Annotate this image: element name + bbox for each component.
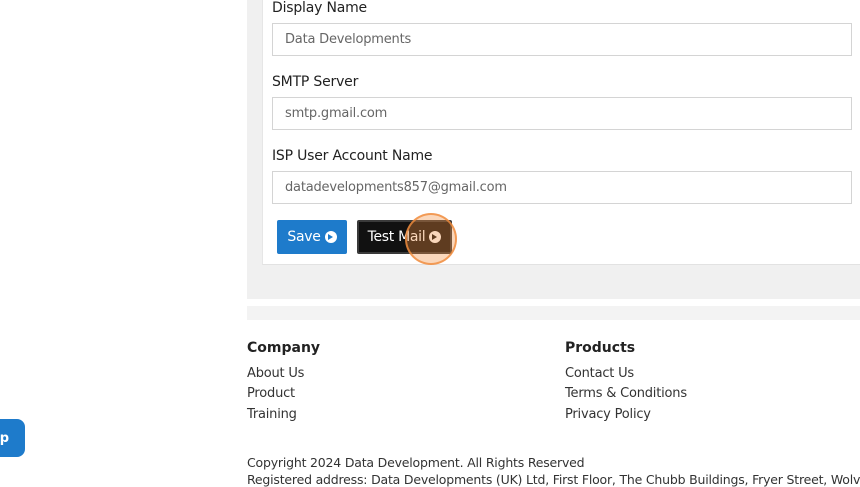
footer-divider: [247, 306, 860, 320]
footer-link-terms[interactable]: Terms & Conditions: [565, 386, 687, 401]
help-button[interactable]: p: [0, 419, 25, 457]
footer-products-heading: Products: [565, 340, 636, 356]
test-mail-button[interactable]: Test Mail: [357, 220, 452, 254]
footer-link-product[interactable]: Product: [247, 386, 295, 401]
display-name-input[interactable]: Data Developments: [272, 23, 852, 56]
smtp-server-input[interactable]: smtp.gmail.com: [272, 97, 852, 130]
copyright-text: Copyright 2024 Data Development. All Rig…: [247, 455, 585, 470]
footer-link-training[interactable]: Training: [247, 407, 297, 422]
isp-user-label: ISP User Account Name: [272, 148, 433, 164]
footer-link-privacy[interactable]: Privacy Policy: [565, 407, 651, 422]
smtp-server-label: SMTP Server: [272, 74, 359, 90]
test-mail-button-label: Test Mail: [367, 229, 426, 245]
isp-user-input[interactable]: datadevelopments857@gmail.com: [272, 171, 852, 204]
arrow-circle-right-icon: [429, 231, 442, 243]
help-button-label: p: [0, 430, 9, 446]
registered-address-text: Registered address: Data Developments (U…: [247, 472, 860, 487]
save-button[interactable]: Save: [277, 220, 347, 254]
footer-link-contact-us[interactable]: Contact Us: [565, 366, 634, 381]
save-button-label: Save: [287, 229, 321, 245]
display-name-label: Display Name: [272, 0, 367, 16]
footer-link-about-us[interactable]: About Us: [247, 366, 304, 381]
footer-company-heading: Company: [247, 340, 321, 356]
arrow-circle-right-icon: [324, 231, 337, 243]
